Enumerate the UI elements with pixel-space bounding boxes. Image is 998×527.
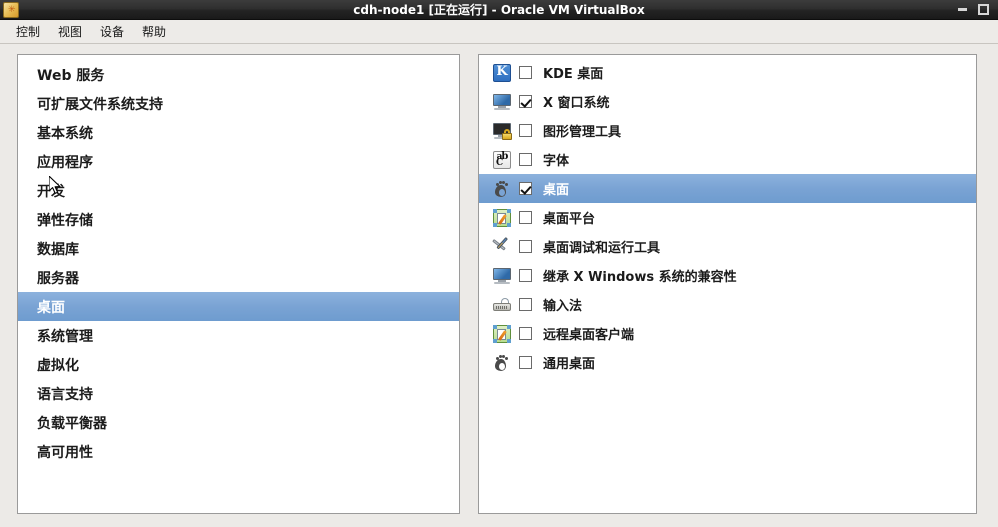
monitor-icon xyxy=(493,267,511,285)
package-checkbox[interactable] xyxy=(519,95,532,108)
gnome-foot-icon xyxy=(493,354,511,372)
package-group-label: KDE 桌面 xyxy=(543,67,604,82)
category-item-label: 可扩展文件系统支持 xyxy=(37,96,163,113)
content-area: Web 服务 可扩展文件系统支持 基本系统 应用程序 开发 弹性存储 数据库 服务器 桌面 系统管… xyxy=(0,44,998,526)
category-item[interactable]: 可扩展文件系统支持 xyxy=(18,89,459,118)
package-checkbox[interactable] xyxy=(519,211,532,224)
package-group-list-panel[interactable]: K KDE 桌面 X 窗口系统 图形管理工具 ab C 字体桌面桌面平台桌面调试和运行工具继… xyxy=(478,54,977,514)
category-item-label: 桌面 xyxy=(37,299,65,316)
package-group-item[interactable]: 继承 X Windows 系统的兼容性 xyxy=(479,261,976,290)
category-item[interactable]: 高可用性 xyxy=(18,437,459,466)
category-item[interactable]: 负载平衡器 xyxy=(18,408,459,437)
menubar: 控制 视图 设备 帮助 xyxy=(0,20,998,44)
package-group-item[interactable]: ab C 字体 xyxy=(479,145,976,174)
virtualbox-icon: ✳ xyxy=(3,1,19,18)
category-item[interactable]: 系统管理 xyxy=(18,321,459,350)
kde-icon: K xyxy=(493,63,511,82)
keyboard-icon xyxy=(493,296,511,314)
package-checkbox[interactable] xyxy=(519,269,532,282)
category-item[interactable]: 数据库 xyxy=(18,234,459,263)
virtualbox-star-glyph: ✳ xyxy=(8,4,16,15)
package-checkbox[interactable] xyxy=(519,240,532,253)
category-item-label: 虚拟化 xyxy=(37,357,79,374)
category-item[interactable]: 基本系统 xyxy=(18,118,459,147)
category-item-label: 负载平衡器 xyxy=(37,415,107,432)
package-group-label: 桌面平台 xyxy=(543,212,596,227)
category-list-panel[interactable]: Web 服务可扩展文件系统支持 基本系统应用程序开发弹性存储数据库服务器桌面系统管… xyxy=(17,54,460,514)
package-group-label: 继承 X Windows 系统的兼容性 xyxy=(543,270,737,285)
package-group-label: 桌面调试和运行工具 xyxy=(543,241,661,256)
package-group-item[interactable]: 桌面 xyxy=(479,174,976,203)
menu-view[interactable]: 视图 xyxy=(49,21,91,42)
category-item-label: 应用程序 xyxy=(37,154,93,171)
minimize-icon xyxy=(958,8,967,11)
package-group-label: 通用桌面 xyxy=(543,357,596,372)
minimize-button[interactable] xyxy=(958,8,967,11)
package-group-item[interactable]: 远程桌面客户端 xyxy=(479,319,976,348)
package-group-item[interactable]: 通用桌面 xyxy=(479,348,976,377)
menu-control[interactable]: 控制 xyxy=(7,21,49,42)
package-group-label: X 窗口系统 xyxy=(543,96,610,111)
category-item[interactable]: 弹性存储 xyxy=(18,205,459,234)
package-group-label: 图形管理工具 xyxy=(543,125,622,140)
maximize-button[interactable] xyxy=(978,4,989,15)
category-item[interactable]: 开发 xyxy=(18,176,459,205)
package-group-item[interactable]: 图形管理工具 xyxy=(479,116,976,145)
category-item-label: 数据库 xyxy=(37,241,79,258)
package-checkbox[interactable] xyxy=(519,153,532,166)
gnome-foot-icon xyxy=(493,180,511,198)
package-group-label: 字体 xyxy=(543,154,570,169)
category-item-label: 系统管理 xyxy=(37,328,93,345)
package-checkbox[interactable] xyxy=(519,327,532,340)
category-item[interactable]: Web 服务 xyxy=(18,60,459,89)
package-group-label: 输入法 xyxy=(543,299,583,314)
package-group-item[interactable]: K KDE 桌面 xyxy=(479,58,976,87)
category-item[interactable]: 虚拟化 xyxy=(18,350,459,379)
package-group-item[interactable]: 输入法 xyxy=(479,290,976,319)
package-group-label: 桌面 xyxy=(543,183,570,198)
category-item-label: 服务器 xyxy=(37,270,79,287)
font-icon: ab C xyxy=(493,150,511,169)
package-checkbox[interactable] xyxy=(519,124,532,137)
package-group-item[interactable]: 桌面平台 xyxy=(479,203,976,232)
category-item-label: 弹性存储 xyxy=(37,212,93,229)
desktop-platform-icon xyxy=(493,208,511,227)
category-item-label: Web 服务 xyxy=(37,67,105,84)
category-item[interactable]: 语言支持 xyxy=(18,379,459,408)
package-group-label: 远程桌面客户端 xyxy=(543,328,635,343)
package-group-item[interactable]: X 窗口系统 xyxy=(479,87,976,116)
category-item[interactable]: 应用程序 xyxy=(18,147,459,176)
package-checkbox[interactable] xyxy=(519,356,532,369)
monitor-icon xyxy=(493,93,511,111)
category-item[interactable]: 桌面 xyxy=(18,292,459,321)
maximize-icon xyxy=(978,4,989,15)
window-title: cdh-node1 [正在运行] - Oracle VM VirtualBox xyxy=(353,3,645,17)
category-item[interactable]: 服务器 xyxy=(18,263,459,292)
package-group-item[interactable]: 桌面调试和运行工具 xyxy=(479,232,976,261)
tools-icon xyxy=(492,236,511,256)
window-titlebar[interactable]: ✳ cdh-node1 [正在运行] - Oracle VM VirtualBo… xyxy=(0,0,998,20)
category-item-label: 高可用性 xyxy=(37,444,93,461)
menu-devices[interactable]: 设备 xyxy=(91,21,133,42)
package-checkbox[interactable] xyxy=(519,182,532,195)
menu-help[interactable]: 帮助 xyxy=(133,21,175,42)
desktop-platform-icon xyxy=(493,324,511,343)
package-checkbox[interactable] xyxy=(519,66,532,79)
window-controls xyxy=(958,4,998,15)
monitor-lock-icon xyxy=(493,122,512,140)
category-item-label: 语言支持 xyxy=(37,386,93,403)
category-item-label: 基本系统 xyxy=(37,125,93,142)
package-checkbox[interactable] xyxy=(519,298,532,311)
category-item-label: 开发 xyxy=(37,183,65,200)
